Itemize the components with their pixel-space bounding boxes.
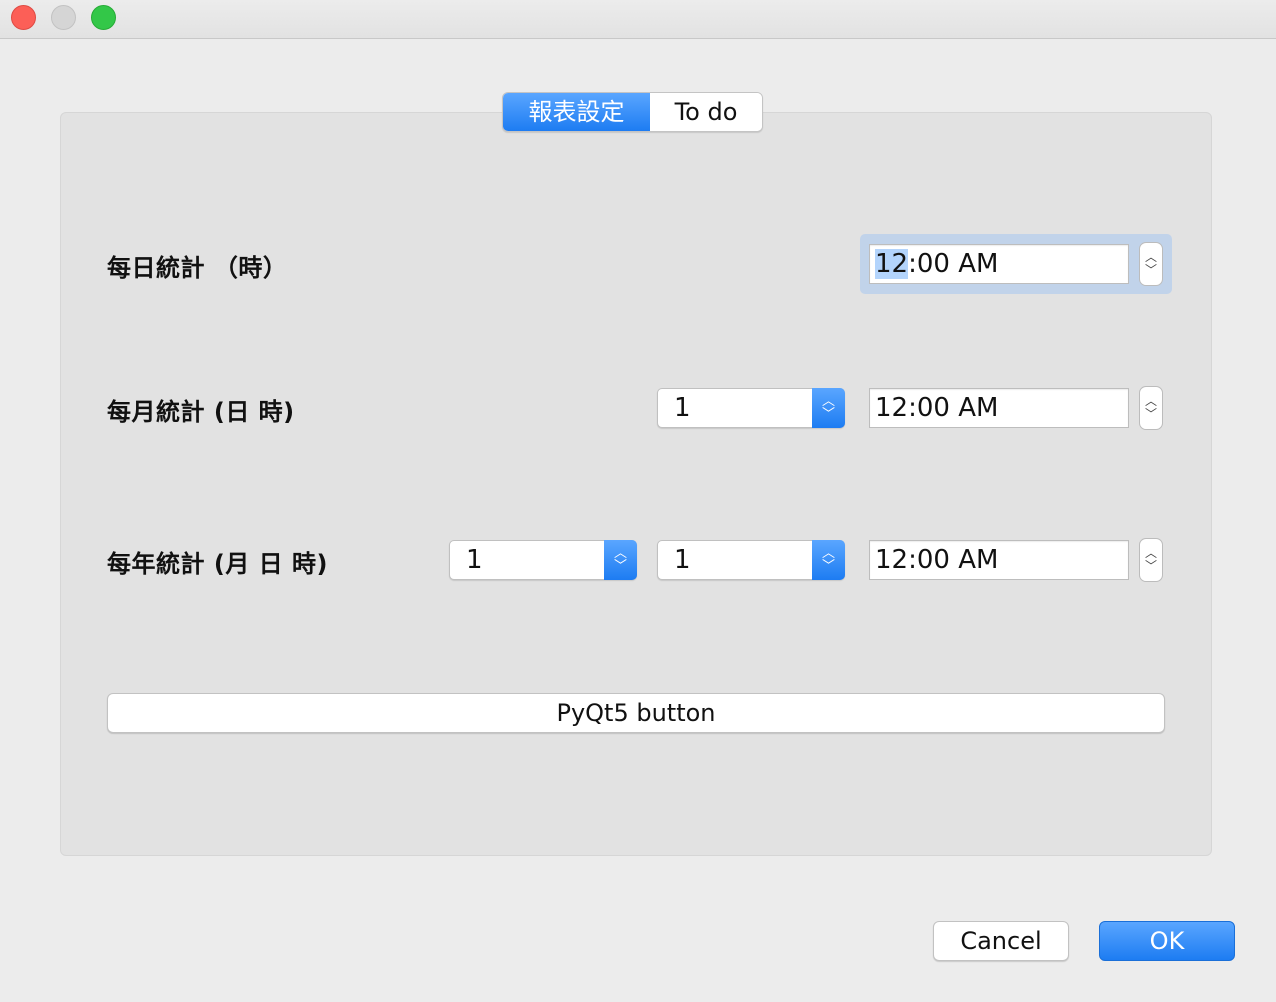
yearly-month-select[interactable]: 1 ︿ ﹀: [449, 540, 637, 580]
tab-report-settings[interactable]: 報表設定: [503, 93, 650, 131]
monthly-stats-label: 每月統計 (日 時): [107, 398, 295, 426]
tab-bar: 報表設定 To do: [502, 92, 763, 132]
updown-arrows-icon[interactable]: ︿ ﹀: [812, 388, 845, 428]
daily-time-stepper[interactable]: ︿ ﹀: [1139, 242, 1163, 286]
monthly-day-select[interactable]: 1 ︿ ﹀: [657, 388, 845, 428]
selected-hour-text: 12: [875, 249, 909, 279]
daily-stats-label: 每日統計 （時）: [107, 254, 288, 282]
maximize-window-button[interactable]: [91, 5, 116, 30]
chevron-down-icon[interactable]: ﹀: [1145, 560, 1157, 573]
yearly-stats-label: 每年統計 (月 日 時): [107, 550, 329, 578]
close-window-button[interactable]: [11, 5, 36, 30]
yearly-month-value: 1: [466, 545, 483, 575]
yearly-day-value: 1: [674, 545, 691, 575]
title-bar: [0, 0, 1276, 39]
monthly-day-value: 1: [674, 393, 691, 423]
yearly-time-stepper[interactable]: ︿ ﹀: [1139, 538, 1163, 582]
chevron-down-icon[interactable]: ﹀: [1145, 264, 1157, 277]
minimize-window-button[interactable]: [51, 5, 76, 30]
tab-panel: [60, 112, 1212, 856]
tab-todo[interactable]: To do: [650, 93, 762, 131]
updown-arrows-icon[interactable]: ︿ ﹀: [604, 540, 637, 580]
cancel-button[interactable]: Cancel: [933, 921, 1069, 961]
updown-arrows-icon[interactable]: ︿ ﹀: [812, 540, 845, 580]
ok-button[interactable]: OK: [1099, 921, 1235, 961]
monthly-time-field[interactable]: 12:00 AM: [869, 388, 1129, 428]
yearly-time-field[interactable]: 12:00 AM: [869, 540, 1129, 580]
time-remainder-text: :00 AM: [908, 249, 999, 279]
daily-time-field[interactable]: 12:00 AM: [869, 244, 1129, 284]
yearly-day-select[interactable]: 1 ︿ ﹀: [657, 540, 845, 580]
monthly-time-stepper[interactable]: ︿ ﹀: [1139, 386, 1163, 430]
chevron-down-icon[interactable]: ﹀: [1145, 408, 1157, 421]
pyqt5-button[interactable]: PyQt5 button: [107, 693, 1165, 733]
